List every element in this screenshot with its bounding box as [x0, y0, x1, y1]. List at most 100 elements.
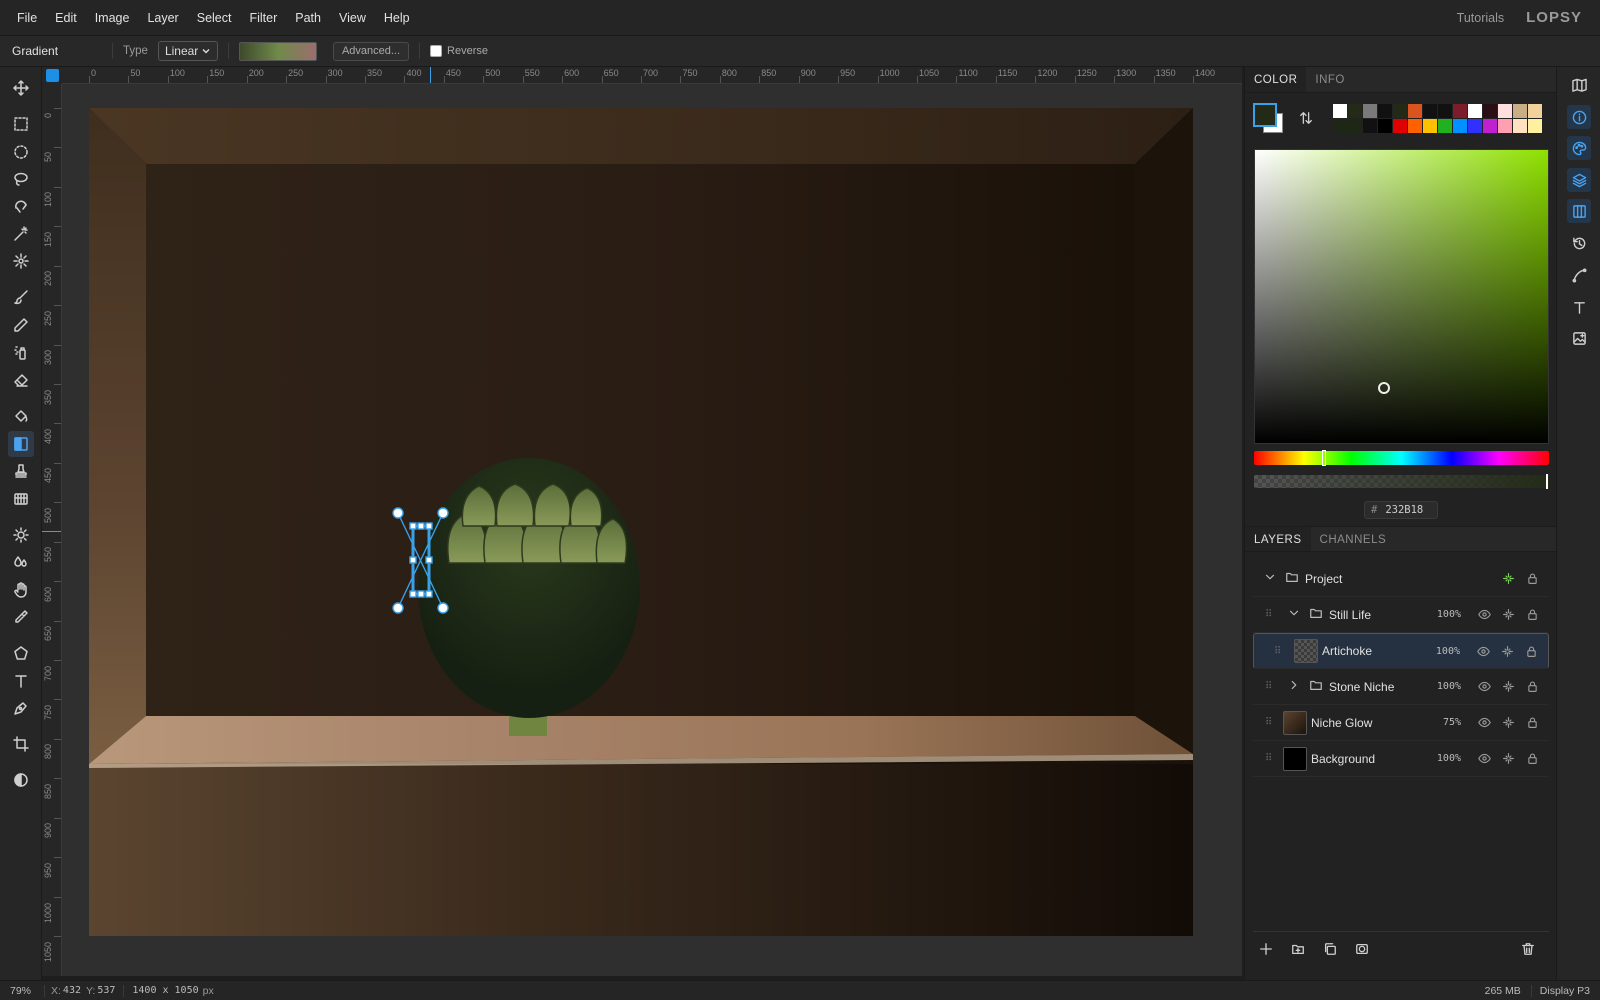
image-panel-button[interactable] [1567, 326, 1591, 350]
drag-handle-icon[interactable]: ⠿ [1274, 646, 1281, 657]
fx-sparkle-icon[interactable] [1500, 644, 1514, 658]
layers-panel-button[interactable] [1567, 168, 1591, 192]
eye-icon[interactable] [1477, 716, 1491, 730]
hue-slider[interactable] [1254, 450, 1549, 466]
color-swatch[interactable] [1468, 119, 1482, 133]
spray-tool[interactable] [8, 339, 34, 365]
eyedropper-tool[interactable] [8, 604, 34, 630]
lasso-tool[interactable] [8, 166, 34, 192]
eraser-tool[interactable] [8, 367, 34, 393]
tab-channels[interactable]: CHANNELS [1311, 527, 1396, 551]
quick-select-tool[interactable] [8, 248, 34, 274]
layer-mask-button[interactable] [1353, 940, 1371, 958]
navigator-button[interactable] [1567, 73, 1591, 97]
layer-opacity[interactable]: 100% [1436, 646, 1460, 657]
lock-icon[interactable] [1525, 680, 1539, 694]
layer-row-artichoke[interactable]: ⠿ Artichoke 100% [1253, 633, 1549, 669]
fx-sparkle-icon[interactable] [1501, 608, 1515, 622]
saturation-value-picker[interactable] [1254, 149, 1549, 444]
magic-wand-tool[interactable] [8, 221, 34, 247]
layer-opacity[interactable]: 100% [1437, 609, 1461, 620]
adjust-tool[interactable] [8, 767, 34, 793]
alpha-slider-handle[interactable] [1546, 474, 1548, 489]
drag-handle-icon[interactable]: ⠿ [1265, 681, 1272, 692]
color-swatch[interactable] [1393, 104, 1407, 118]
color-swatch[interactable] [1348, 119, 1362, 133]
advanced-button[interactable]: Advanced... [332, 41, 410, 61]
drag-handle-icon[interactable]: ⠿ [1265, 717, 1272, 728]
ruler-origin-marker[interactable] [46, 69, 59, 82]
tab-color[interactable]: COLOR [1245, 67, 1307, 92]
fx-sparkle-icon[interactable] [1501, 680, 1515, 694]
color-swatch[interactable] [1333, 104, 1347, 118]
fx-sparkle-icon[interactable] [1501, 572, 1515, 586]
menu-layer[interactable]: Layer [138, 0, 187, 36]
color-panel-button[interactable] [1567, 136, 1591, 160]
color-swatch[interactable] [1423, 104, 1437, 118]
layer-row-niche-glow[interactable]: ⠿ Niche Glow 75% [1253, 705, 1549, 741]
eye-icon[interactable] [1477, 680, 1491, 694]
color-swatch[interactable] [1408, 104, 1422, 118]
fx-sparkle-icon[interactable] [1501, 716, 1515, 730]
color-swatch[interactable] [1363, 119, 1377, 133]
menu-help[interactable]: Help [375, 0, 419, 36]
color-swatch[interactable] [1363, 104, 1377, 118]
duplicate-layer-button[interactable] [1321, 940, 1339, 958]
blur-tool[interactable] [8, 549, 34, 575]
menu-path[interactable]: Path [286, 0, 330, 36]
dodge-tool[interactable] [8, 522, 34, 548]
layer-row-stone-niche[interactable]: ⠿ Stone Niche 100% [1253, 669, 1549, 705]
layer-row-still-life[interactable]: ⠿ Still Life 100% [1253, 597, 1549, 633]
color-swatch[interactable] [1483, 104, 1497, 118]
pen-tool[interactable] [8, 695, 34, 721]
color-swatch[interactable] [1498, 104, 1512, 118]
pencil-tool[interactable] [8, 312, 34, 338]
drag-handle-icon[interactable]: ⠿ [1265, 753, 1272, 764]
hue-slider-handle[interactable] [1322, 450, 1326, 466]
gradient-tool[interactable] [8, 431, 34, 457]
chevron-down-icon[interactable] [1263, 570, 1277, 587]
hand-tool[interactable] [8, 577, 34, 603]
add-group-button[interactable] [1289, 940, 1307, 958]
swap-colors-button[interactable] [1295, 107, 1317, 129]
layer-opacity[interactable]: 100% [1437, 681, 1461, 692]
paths-panel-button[interactable] [1567, 263, 1591, 287]
reverse-checkbox[interactable] [430, 45, 443, 57]
foreground-color-swatch[interactable] [1253, 103, 1277, 127]
color-swatch[interactable] [1378, 104, 1392, 118]
menu-select[interactable]: Select [188, 0, 241, 36]
tab-layers[interactable]: LAYERS [1245, 527, 1311, 551]
color-swatch[interactable] [1423, 119, 1437, 133]
chevron-down-icon[interactable] [1287, 606, 1301, 623]
layer-row-project[interactable]: Project [1253, 561, 1549, 597]
alpha-slider[interactable] [1254, 474, 1549, 489]
menu-view[interactable]: View [330, 0, 375, 36]
character-panel-button[interactable] [1567, 295, 1591, 319]
menu-filter[interactable]: Filter [240, 0, 286, 36]
rect-select-tool[interactable] [8, 111, 34, 137]
menu-image[interactable]: Image [86, 0, 139, 36]
canvas-workspace[interactable] [62, 84, 1242, 976]
zoom-level[interactable]: 79% [10, 985, 38, 997]
chevron-right-icon[interactable] [1287, 678, 1301, 695]
drag-handle-icon[interactable]: ⠿ [1265, 609, 1272, 620]
color-profile[interactable]: Display P3 [1540, 985, 1590, 997]
eye-icon[interactable] [1477, 752, 1491, 766]
brush-tool[interactable] [8, 284, 34, 310]
add-layer-button[interactable] [1257, 940, 1275, 958]
pattern-tool[interactable] [8, 486, 34, 512]
delete-layer-button[interactable] [1519, 940, 1537, 958]
color-swatch[interactable] [1438, 104, 1452, 118]
lock-icon[interactable] [1525, 608, 1539, 622]
channels-panel-button[interactable] [1567, 199, 1591, 223]
color-swatch[interactable] [1408, 119, 1422, 133]
color-swatch[interactable] [1498, 119, 1512, 133]
tab-info[interactable]: INFO [1306, 67, 1353, 92]
hex-input[interactable]: # 232B18 [1364, 501, 1438, 519]
color-swatch[interactable] [1483, 119, 1497, 133]
color-swatch[interactable] [1513, 119, 1527, 133]
eye-icon[interactable] [1476, 644, 1490, 658]
lock-icon[interactable] [1525, 572, 1539, 586]
lock-icon[interactable] [1525, 752, 1539, 766]
color-swatch[interactable] [1378, 119, 1392, 133]
